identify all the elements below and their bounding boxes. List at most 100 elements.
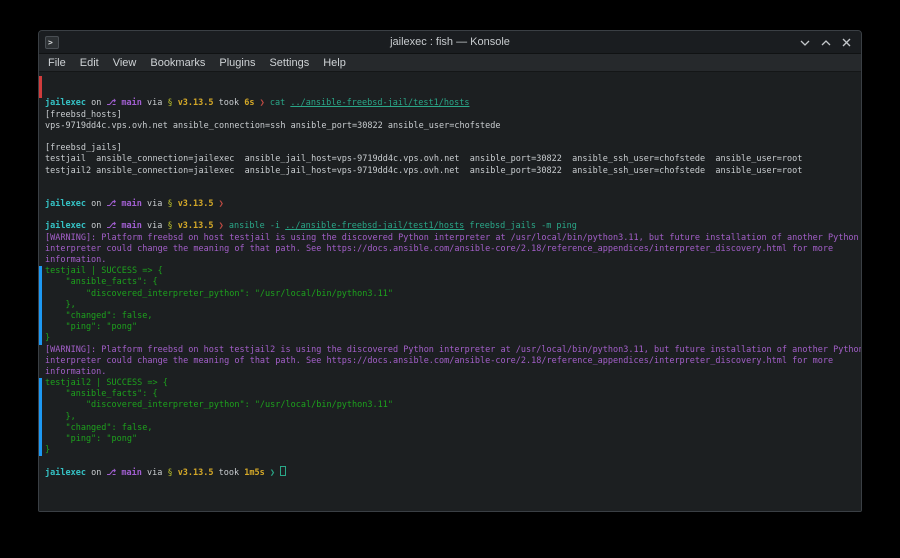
maximize-button[interactable] bbox=[819, 36, 832, 49]
text-run: v3.13.5 bbox=[178, 98, 214, 108]
menu-item-help[interactable]: Help bbox=[316, 54, 353, 72]
terminal-line: information. bbox=[45, 367, 861, 378]
text-run: "ansible_facts": { bbox=[45, 389, 158, 399]
terminal-line: jailexec on ⎇ main via § v3.13.5 took 1m… bbox=[45, 468, 861, 479]
hosts-file-path: ../ansible-freebsd-jail/test1/hosts bbox=[285, 221, 464, 231]
text-run: main bbox=[121, 98, 141, 108]
text-run: ansible -i bbox=[229, 221, 285, 231]
terminal-line-marked-blue: "ping": "pong" bbox=[45, 434, 861, 445]
menubar: FileEditViewBookmarksPluginsSettingsHelp bbox=[39, 54, 861, 72]
menu-item-edit[interactable]: Edit bbox=[73, 54, 106, 72]
titlebar[interactable]: > jailexec : fish — Konsole bbox=[39, 31, 861, 54]
terminal-line-marked-red bbox=[45, 76, 861, 87]
text-run: on bbox=[86, 199, 106, 209]
terminal-line: jailexec on ⎇ main via § v3.13.5 ❯ ansib… bbox=[45, 221, 861, 232]
terminal-line: [WARNING]: Platform freebsd on host test… bbox=[45, 233, 861, 244]
text-run: via bbox=[142, 221, 168, 231]
terminal-line-marked-blue: }, bbox=[45, 300, 861, 311]
terminal-line: jailexec on ⎇ main via § v3.13.5 took 6s… bbox=[45, 98, 861, 109]
text-run: } bbox=[45, 333, 50, 343]
terminal-line-marked-blue: } bbox=[45, 333, 861, 344]
terminal-line-marked-blue: "changed": false, bbox=[45, 311, 861, 322]
text-run: "ping": "pong" bbox=[45, 322, 137, 332]
konsole-window: > jailexec : fish — Konsole FileEditView… bbox=[38, 30, 862, 512]
terminal-line: interpreter could change the meaning of … bbox=[45, 356, 861, 367]
close-button[interactable] bbox=[840, 36, 853, 49]
text-run: "discovered_interpreter_python": "/usr/l… bbox=[45, 400, 393, 410]
text-run: testjail | SUCCESS => { bbox=[45, 266, 163, 276]
terminal-line-marked-blue: } bbox=[45, 445, 861, 456]
python-icon: § bbox=[167, 221, 177, 231]
text-run: freebsd_jails -m ping bbox=[464, 221, 577, 231]
terminal-cursor bbox=[280, 466, 286, 476]
text-run: }, bbox=[45, 412, 76, 422]
chevron-up-icon bbox=[821, 40, 831, 46]
terminal-line: [freebsd_hosts] bbox=[45, 110, 861, 121]
menu-item-plugins[interactable]: Plugins bbox=[212, 54, 262, 72]
menu-item-file[interactable]: File bbox=[41, 54, 73, 72]
text-run: main bbox=[121, 221, 141, 231]
menu-item-settings[interactable]: Settings bbox=[262, 54, 316, 72]
terminal-line-marked-blue: "discovered_interpreter_python": "/usr/l… bbox=[45, 289, 861, 300]
terminal-line: [freebsd_jails] bbox=[45, 143, 861, 154]
menu-item-bookmarks[interactable]: Bookmarks bbox=[143, 54, 212, 72]
text-run: testjail ansible_connection=jailexec ans… bbox=[45, 154, 802, 164]
terminal-line-marked-blue: "ansible_facts": { bbox=[45, 389, 861, 400]
text-run: v3.13.5 bbox=[178, 199, 214, 209]
git-branch-icon: ⎇ bbox=[106, 468, 121, 478]
git-branch-icon: ⎇ bbox=[106, 199, 121, 209]
python-icon: § bbox=[167, 98, 177, 108]
minimize-button[interactable] bbox=[798, 36, 811, 49]
text-run: vps-9719dd4c.vps.ovh.net ansible_connect… bbox=[45, 121, 500, 131]
text-run: } bbox=[45, 445, 50, 455]
text-run: [WARNING]: Platform freebsd on host test… bbox=[45, 233, 859, 243]
text-run: testjail2 | SUCCESS => { bbox=[45, 378, 168, 388]
text-run: on bbox=[86, 221, 106, 231]
text-run: on bbox=[86, 468, 106, 478]
terminal-line bbox=[45, 456, 861, 467]
text-run: interpreter could change the meaning of … bbox=[45, 244, 833, 254]
text-run: information. bbox=[45, 367, 106, 377]
chevron-down-icon bbox=[800, 40, 810, 46]
terminal-output[interactable]: jailexec on ⎇ main via § v3.13.5 took 6s… bbox=[39, 72, 861, 512]
terminal-line bbox=[45, 177, 861, 188]
terminal-line: interpreter could change the meaning of … bbox=[45, 244, 861, 255]
python-icon: § bbox=[167, 199, 177, 209]
terminal-line: testjail2 ansible_connection=jailexec an… bbox=[45, 166, 861, 177]
text-run: [freebsd_jails] bbox=[45, 143, 122, 153]
text-run: via bbox=[142, 199, 168, 209]
terminal-line: [WARNING]: Platform freebsd on host test… bbox=[45, 345, 861, 356]
text-run: on bbox=[86, 98, 106, 108]
python-icon: § bbox=[167, 468, 177, 478]
terminal-line-marked-red bbox=[45, 87, 861, 98]
terminal-line bbox=[45, 188, 861, 199]
terminal-line: vps-9719dd4c.vps.ovh.net ansible_connect… bbox=[45, 121, 861, 132]
window-controls bbox=[798, 31, 853, 54]
text-run: testjail2 ansible_connection=jailexec an… bbox=[45, 166, 802, 176]
text-run: main bbox=[121, 199, 141, 209]
text-run: "ping": "pong" bbox=[45, 434, 137, 444]
terminal-line: testjail ansible_connection=jailexec ans… bbox=[45, 154, 861, 165]
terminal-line-marked-blue: testjail2 | SUCCESS => { bbox=[45, 378, 861, 389]
terminal-line-marked-blue: testjail | SUCCESS => { bbox=[45, 266, 861, 277]
text-run: v3.13.5 bbox=[178, 468, 214, 478]
text-run: "discovered_interpreter_python": "/usr/l… bbox=[45, 289, 393, 299]
text-run: "changed": false, bbox=[45, 423, 152, 433]
text-run: v3.13.5 bbox=[178, 221, 214, 231]
terminal-line-marked-blue: "ping": "pong" bbox=[45, 322, 861, 333]
text-run: via bbox=[142, 468, 168, 478]
text-run: via bbox=[142, 98, 168, 108]
text-run: [freebsd_hosts] bbox=[45, 110, 122, 120]
text-run: jailexec bbox=[45, 468, 86, 478]
terminal-line bbox=[45, 210, 861, 221]
text-run: took bbox=[214, 98, 245, 108]
text-run: jailexec bbox=[45, 199, 86, 209]
text-run: 1m5s bbox=[244, 468, 264, 478]
text-run: "ansible_facts": { bbox=[45, 277, 158, 287]
terminal-line-marked-blue: }, bbox=[45, 412, 861, 423]
terminal-line-marked-blue: "changed": false, bbox=[45, 423, 861, 434]
terminal-line-marked-blue: "discovered_interpreter_python": "/usr/l… bbox=[45, 400, 861, 411]
menu-item-view[interactable]: View bbox=[106, 54, 144, 72]
close-icon bbox=[842, 38, 851, 47]
terminal-line: information. bbox=[45, 255, 861, 266]
